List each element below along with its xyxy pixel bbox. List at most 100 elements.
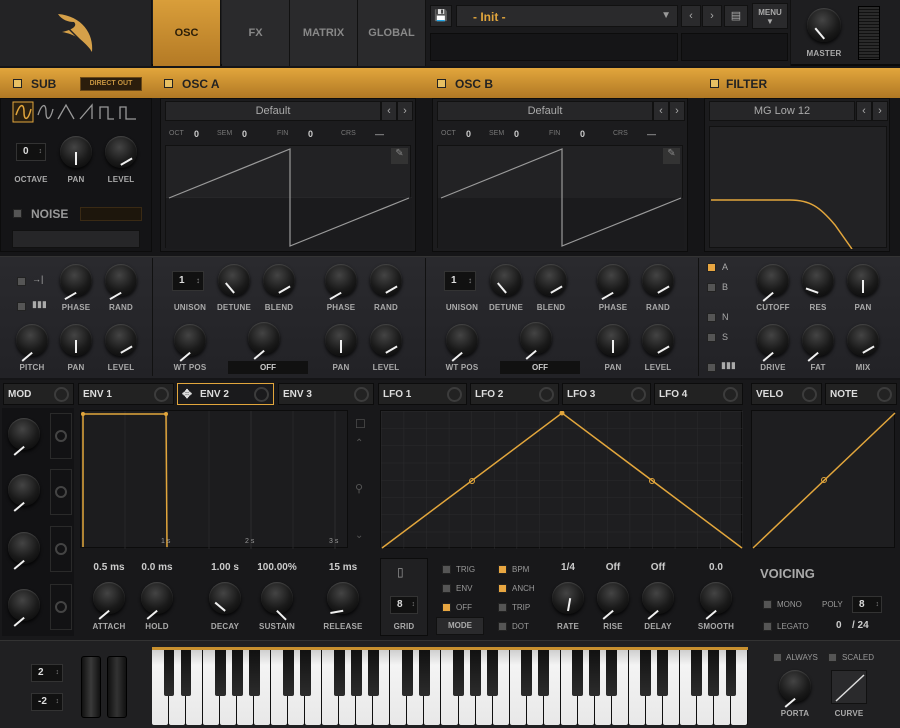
tab-lfo3[interactable]: LFO 3 [562, 383, 651, 405]
sub-level2-knob[interactable] [105, 324, 137, 356]
filter-route-s-checkbox[interactable] [707, 333, 716, 342]
master-knob[interactable] [807, 8, 841, 42]
next-preset-button[interactable]: › [702, 5, 722, 27]
black-key[interactable] [487, 650, 498, 696]
lfo-grid-spinner[interactable]: 8 ↕ [390, 596, 418, 614]
osc-b-blend-knob[interactable] [535, 264, 567, 296]
env-hold-knob[interactable] [141, 582, 173, 620]
chevron-down-icon[interactable]: ⌄ [355, 530, 363, 541]
filter-response-display[interactable] [709, 126, 887, 250]
black-key[interactable] [248, 650, 260, 696]
black-key[interactable] [231, 650, 243, 696]
sub-level-knob[interactable] [105, 136, 137, 168]
osc-b-detune-knob[interactable] [490, 264, 522, 296]
osc-b-warp-selector[interactable]: OFF [500, 361, 580, 374]
filter-res-knob[interactable] [802, 264, 834, 296]
tab-lfo1[interactable]: LFO 1 [378, 383, 467, 405]
osc-b-wave-selector[interactable]: Default [437, 101, 653, 121]
sub-waveform-selector[interactable] [12, 101, 144, 123]
osc-a-enable-checkbox[interactable] [164, 79, 173, 88]
osc-b-prev-wave-button[interactable]: ‹ [653, 101, 669, 121]
filter-type-selector[interactable]: MG Low 12 [709, 101, 855, 121]
macro-4-drag-handle[interactable] [50, 584, 72, 630]
sub-rand-knob[interactable] [105, 264, 137, 301]
osc-a-level-knob[interactable] [370, 324, 402, 356]
tab-lfo2[interactable]: LFO 2 [470, 383, 559, 405]
black-key[interactable] [350, 650, 362, 696]
tab-env1[interactable]: ENV 1 [78, 383, 174, 405]
lfo-bpm-checkbox[interactable] [498, 565, 507, 574]
mono-checkbox[interactable] [763, 600, 772, 609]
lfo-delay-knob[interactable] [642, 582, 674, 620]
porta-knob[interactable] [779, 670, 811, 708]
macro-1-drag-handle[interactable] [50, 413, 72, 459]
filter-route-n-checkbox[interactable] [707, 313, 716, 322]
preset-selector[interactable]: - Init - ▼ [456, 5, 678, 27]
osc-a-fin-value[interactable]: 0 [308, 129, 313, 139]
filter-keytrack-checkbox[interactable] [707, 363, 716, 372]
tab-mod[interactable]: MOD [3, 383, 74, 405]
black-key[interactable] [401, 650, 413, 696]
osc-a-oct-value[interactable]: 0 [194, 129, 199, 139]
osc-b-crs-value[interactable]: — [647, 129, 656, 139]
black-key[interactable] [367, 650, 379, 696]
filter-pan-knob[interactable] [847, 264, 879, 296]
browser-icon[interactable]: ▤ [724, 5, 748, 27]
tab-lfo4[interactable]: LFO 4 [654, 383, 743, 405]
lfo-smooth-knob[interactable] [700, 582, 732, 620]
piano-keyboard[interactable] [152, 647, 748, 725]
sub-retrigger-checkbox[interactable] [17, 277, 26, 286]
black-key[interactable] [606, 650, 618, 696]
osc-a-rand-knob[interactable] [370, 264, 402, 296]
osc-b-phase-knob[interactable] [597, 264, 629, 301]
bend-down-spinner[interactable]: -2 ↕ [31, 693, 63, 711]
sub-phase-knob[interactable] [60, 264, 92, 301]
legato-checkbox[interactable] [763, 622, 772, 631]
sub-pan-knob[interactable] [60, 136, 92, 168]
env-decay-knob[interactable] [209, 582, 241, 614]
lfo-anch-checkbox[interactable] [498, 584, 507, 593]
osc-b-enable-checkbox[interactable] [437, 79, 446, 88]
filter-fat-knob[interactable] [802, 324, 834, 362]
sub-octave-spinner[interactable]: 0 ↕ [16, 143, 46, 161]
black-key[interactable] [470, 650, 481, 696]
black-key[interactable] [538, 650, 550, 696]
osc-a-wave-selector[interactable]: Default [165, 101, 381, 121]
macro-4-knob[interactable] [8, 589, 40, 627]
direct-out-button[interactable]: DIRECT OUT [80, 77, 142, 91]
osc-a-crs-value[interactable]: — [375, 129, 384, 139]
osc-a-sem-value[interactable]: 0 [242, 129, 247, 139]
black-key[interactable] [453, 650, 464, 696]
filter-enable-checkbox[interactable] [710, 79, 719, 88]
osc-a-warp-knob[interactable] [248, 322, 280, 360]
osc-a-blend-knob[interactable] [263, 264, 295, 296]
osc-b-pan-knob[interactable] [597, 324, 629, 356]
osc-b-sem-value[interactable]: 0 [514, 129, 519, 139]
velocity-display[interactable] [751, 410, 896, 549]
filter-cutoff-knob[interactable] [757, 264, 789, 302]
tab-env3[interactable]: ENV 3 [278, 383, 374, 405]
lfo-mode-button[interactable]: MODE [436, 617, 484, 635]
lfo-rate-knob[interactable] [552, 582, 584, 614]
black-key[interactable] [521, 650, 533, 696]
filter-mix-knob[interactable] [847, 324, 879, 356]
chevron-up-icon[interactable]: ⌃ [355, 438, 363, 449]
pitch-wheel[interactable] [81, 656, 101, 718]
black-key[interactable] [572, 650, 584, 696]
osc-b-rand-knob[interactable] [642, 264, 674, 296]
lfo-env-checkbox[interactable] [442, 584, 451, 593]
noise-type-selector[interactable] [12, 230, 140, 248]
porta-scaled-checkbox[interactable] [828, 653, 837, 662]
osc-b-fin-value[interactable]: 0 [580, 129, 585, 139]
black-key[interactable] [282, 650, 294, 696]
envelope-display[interactable]: 1 s 2 s 3 s [80, 410, 348, 549]
osc-b-level-knob[interactable] [642, 324, 674, 356]
tab-osc[interactable]: OSC [153, 0, 221, 66]
env-sustain-knob[interactable] [261, 582, 293, 621]
black-key[interactable] [725, 650, 737, 696]
osc-a-phase-knob[interactable] [325, 264, 357, 301]
osc-a-detune-knob[interactable] [218, 264, 250, 296]
tab-matrix[interactable]: MATRIX [290, 0, 358, 66]
black-key[interactable] [640, 650, 652, 696]
macro-3-knob[interactable] [8, 532, 40, 570]
